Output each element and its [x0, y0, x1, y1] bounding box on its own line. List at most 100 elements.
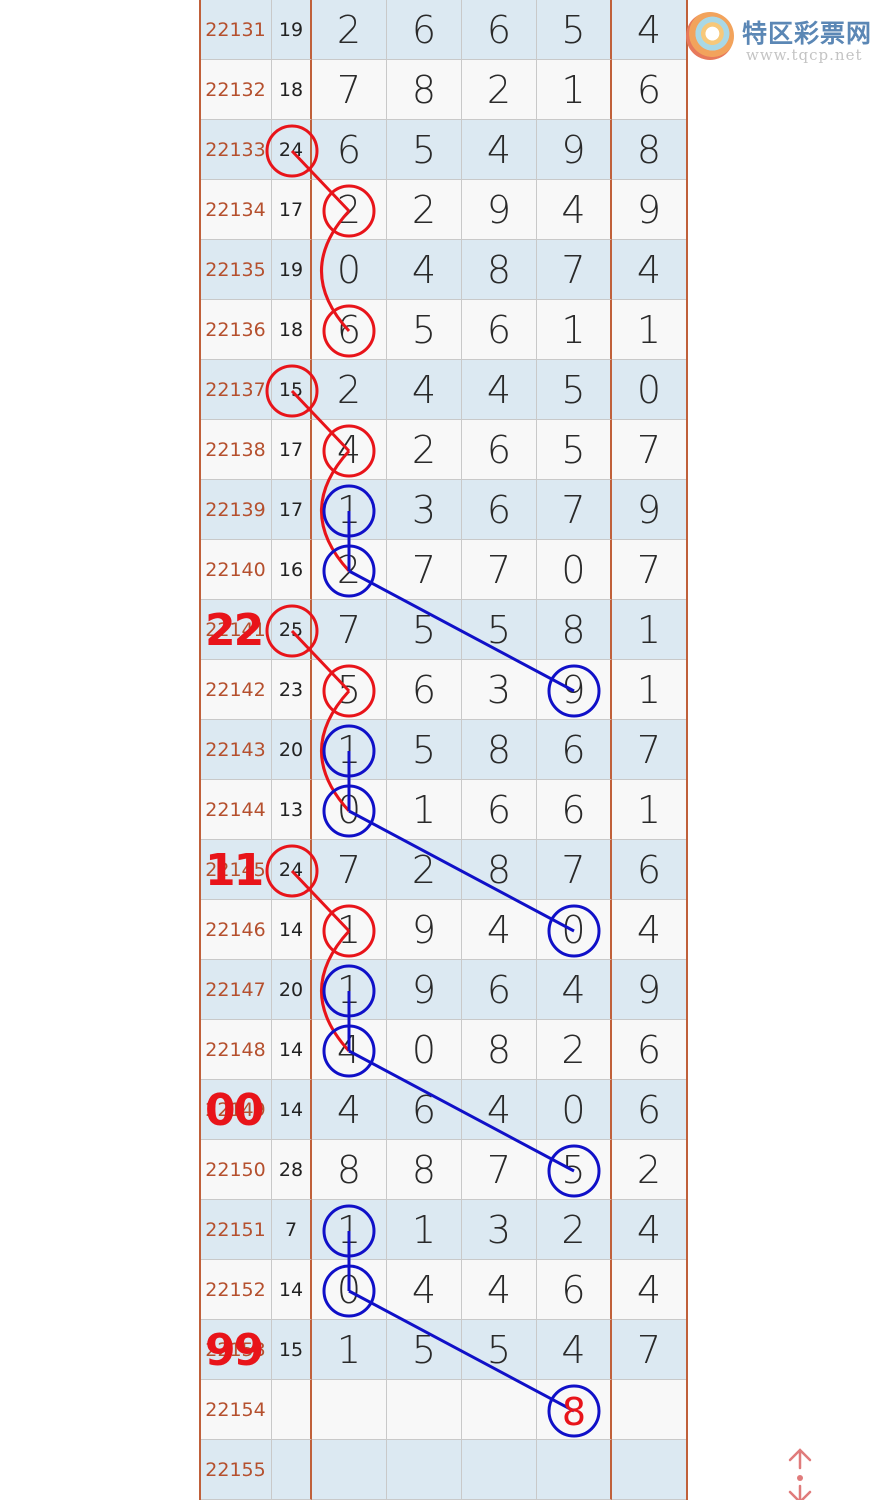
sum-cell: 28	[272, 1140, 312, 1200]
issue-cell: 22146	[200, 900, 272, 960]
sum-cell: 25	[272, 600, 312, 660]
table-row: 22147 20 1 9 6 4 9	[200, 960, 687, 1020]
digit-cell-4: 0	[537, 900, 612, 960]
digit-cell-5: 7	[612, 720, 687, 780]
red-mark-text: 11	[205, 845, 264, 896]
digit-cell-3	[462, 1380, 537, 1440]
digit-cell-2: 3	[387, 480, 462, 540]
digit-cell-5: 4	[612, 1260, 687, 1320]
sum-cell: 24	[272, 120, 312, 180]
issue-cell: 22148	[200, 1020, 272, 1080]
table-row: 22152 14 0 4 4 6 4	[200, 1260, 687, 1320]
sum-cell: 14	[272, 1260, 312, 1320]
digit-cell-4: 4	[537, 180, 612, 240]
digit-cell-3: 4	[462, 1260, 537, 1320]
digit-cell-4: 6	[537, 1260, 612, 1320]
digit-cell-2: 7	[387, 540, 462, 600]
digit-cell-2: 9	[387, 900, 462, 960]
digit-cell-3: 6	[462, 420, 537, 480]
digit-cell-4: 5	[537, 0, 612, 60]
digit-cell-5: 4	[612, 240, 687, 300]
issue-cell: 22144	[200, 780, 272, 840]
digit-cell-4: 2	[537, 1200, 612, 1260]
table-row: 22149 14 4 6 4 0 6	[200, 1080, 687, 1142]
digit-cell-4	[537, 1380, 612, 1440]
digit-cell-1: 2	[312, 540, 387, 600]
issue-cell: 22136	[200, 300, 272, 360]
digit-cell-4: 1	[537, 60, 612, 120]
digit-cell-1: 2	[312, 0, 387, 60]
sum-cell: 16	[272, 540, 312, 600]
digit-cell-3: 4	[462, 900, 537, 960]
digit-cell-5: 0	[612, 360, 687, 420]
table-row: 22131 19 2 6 6 5 4	[200, 0, 687, 60]
digit-cell-2	[387, 1440, 462, 1500]
digit-cell-1: 7	[312, 60, 387, 120]
digit-cell-5: 7	[612, 1320, 687, 1380]
digit-cell-3: 4	[462, 1080, 537, 1140]
issue-cell: 22134	[200, 180, 272, 240]
digit-cell-1: 6	[312, 300, 387, 360]
digit-cell-2	[387, 1380, 462, 1440]
issue-cell: 22133	[200, 120, 272, 180]
table-row: 22154	[200, 1380, 687, 1440]
digit-cell-2: 6	[387, 660, 462, 720]
digit-cell-2: 8	[387, 1140, 462, 1200]
digit-cell-4: 0	[537, 540, 612, 600]
digit-cell-3: 4	[462, 360, 537, 420]
issue-cell: 22135	[200, 240, 272, 300]
digit-cell-1: 2	[312, 360, 387, 420]
digit-cell-3: 6	[462, 0, 537, 60]
issue-cell: 22155	[200, 1440, 272, 1500]
sum-cell: 18	[272, 60, 312, 120]
digit-cell-4	[537, 1440, 612, 1500]
table-row: 22153 15 1 5 5 4 7	[200, 1320, 687, 1382]
digit-cell-4: 9	[537, 120, 612, 180]
red-mark-text: 99	[205, 1325, 264, 1376]
issue-cell: 22138	[200, 420, 272, 480]
table-row: 22155	[200, 1440, 687, 1500]
sum-cell	[272, 1380, 312, 1440]
table-row: 22145 24 7 2 8 7 6	[200, 840, 687, 902]
digit-cell-4: 0	[537, 1080, 612, 1140]
digit-cell-3: 4	[462, 120, 537, 180]
digit-cell-5: 6	[612, 840, 687, 900]
table-row: 22150 28 8 8 7 5 2	[200, 1140, 687, 1200]
table-row: 22146 14 1 9 4 0 4	[200, 900, 687, 960]
issue-cell: 22152	[200, 1260, 272, 1320]
digit-cell-4: 9	[537, 660, 612, 720]
digit-cell-5: 9	[612, 480, 687, 540]
digit-cell-1: 4	[312, 1080, 387, 1140]
scroll-up-down-icon[interactable]	[778, 1446, 822, 1500]
digit-cell-5	[612, 1440, 687, 1500]
digit-cell-5: 4	[612, 1200, 687, 1260]
site-logo[interactable]: 特区彩票网 www.tqcp.net	[686, 8, 886, 68]
digit-cell-2: 2	[387, 840, 462, 900]
digit-cell-3: 5	[462, 1320, 537, 1380]
table-row: 22144 13 0 1 6 6 1	[200, 780, 687, 840]
table-row: 22133 24 6 5 4 9 8	[200, 120, 687, 182]
digit-cell-5: 6	[612, 1080, 687, 1140]
issue-cell: 22131	[200, 0, 272, 60]
digit-cell-5: 1	[612, 600, 687, 660]
digit-cell-3: 6	[462, 300, 537, 360]
logo-url: www.tqcp.net	[746, 46, 863, 64]
issue-cell: 22150	[200, 1140, 272, 1200]
sum-cell: 18	[272, 300, 312, 360]
table-row: 22132 18 7 8 2 1 6	[200, 60, 687, 120]
sum-cell: 15	[272, 360, 312, 420]
digit-cell-5: 6	[612, 1020, 687, 1080]
digit-cell-3: 3	[462, 660, 537, 720]
table-row: 22134 17 2 2 9 4 9	[200, 180, 687, 240]
red-mark-text: 00	[205, 1085, 264, 1136]
digit-cell-5: 1	[612, 300, 687, 360]
sum-cell: 24	[272, 840, 312, 900]
sum-cell: 7	[272, 1200, 312, 1260]
digit-cell-3: 8	[462, 840, 537, 900]
table-row: 22143 20 1 5 8 6 7	[200, 720, 687, 780]
digit-cell-3: 6	[462, 780, 537, 840]
sum-cell: 17	[272, 420, 312, 480]
digit-cell-2: 8	[387, 60, 462, 120]
sum-cell: 23	[272, 660, 312, 720]
table-row: 22138 17 4 2 6 5 7	[200, 420, 687, 480]
